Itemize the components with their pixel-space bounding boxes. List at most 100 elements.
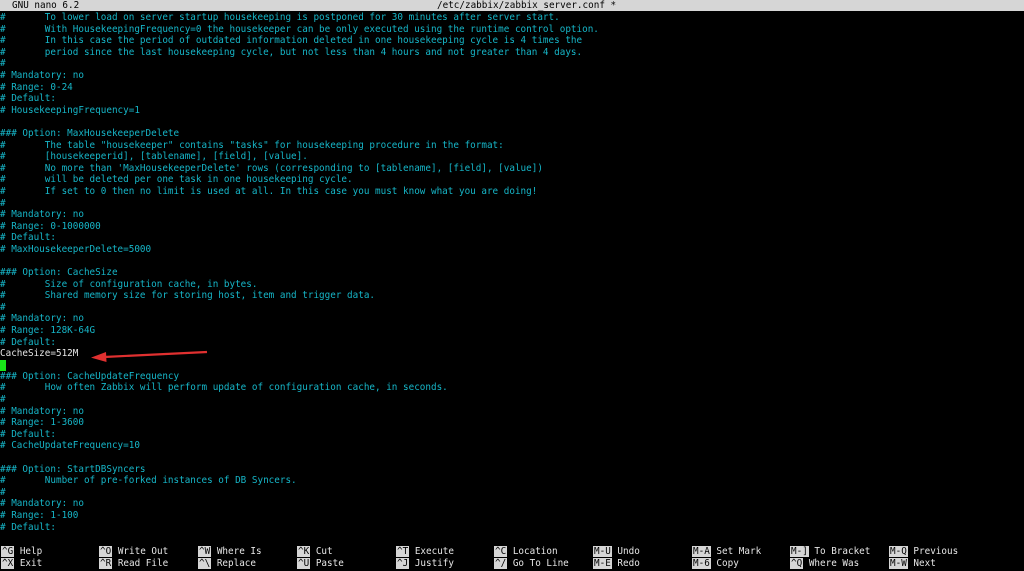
shortcut-label: Set Mark — [716, 546, 762, 557]
editor-line[interactable]: # [housekeeperid], [tablename], [field],… — [0, 151, 1024, 163]
shortcut-replace[interactable]: ^\ Replace — [198, 558, 256, 570]
shortcut-paste[interactable]: ^U Paste — [297, 558, 344, 570]
editor-line[interactable]: # Mandatory: no — [0, 70, 1024, 82]
editor-line[interactable] — [0, 255, 1024, 267]
editor-line[interactable]: # To lower load on server startup housek… — [0, 12, 1024, 24]
editor-line[interactable]: # Default: — [0, 232, 1024, 244]
editor-line[interactable]: # Default: — [0, 522, 1024, 534]
line-text: # — [0, 301, 6, 313]
editor-line[interactable]: # Range: 0-24 — [0, 82, 1024, 94]
editor-line[interactable]: # The table "housekeeper" contains "task… — [0, 140, 1024, 152]
shortcut-copy[interactable]: M-6 Copy — [692, 558, 739, 570]
shortcut-set-mark[interactable]: M-A Set Mark — [692, 546, 761, 558]
line-text: # — [0, 58, 6, 70]
line-text: # — [0, 197, 6, 209]
line-text: # Number of pre-forked instances of DB S… — [0, 475, 297, 487]
editor-line[interactable]: # Default: — [0, 429, 1024, 441]
shortcut-execute[interactable]: ^T Execute — [396, 546, 454, 558]
line-text: # Size of configuration cache, in bytes. — [0, 278, 258, 290]
line-text: # HousekeepingFrequency=1 — [0, 104, 140, 116]
editor-line[interactable]: # Number of pre-forked instances of DB S… — [0, 475, 1024, 487]
editor-line[interactable]: # period since the last housekeeping cyc… — [0, 47, 1024, 59]
line-text: # CacheUpdateFrequency=10 — [0, 440, 140, 452]
editor-line[interactable]: # HousekeepingFrequency=1 — [0, 105, 1024, 117]
shortcut-label: Where Was — [808, 558, 860, 569]
shortcut-key: ^W — [198, 546, 212, 557]
editor-line[interactable]: # CacheUpdateFrequency=10 — [0, 440, 1024, 452]
line-text: # Mandatory: no — [0, 405, 84, 417]
editor-line[interactable]: ### Option: CacheUpdateFrequency — [0, 371, 1024, 383]
editor-line[interactable]: # MaxHousekeeperDelete=5000 — [0, 244, 1024, 256]
line-text: # Default: — [0, 93, 56, 105]
editor-line[interactable]: ### Option: MaxHousekeeperDelete — [0, 128, 1024, 140]
shortcut-help[interactable]: ^G Help — [1, 546, 42, 558]
editor-line[interactable]: # — [0, 302, 1024, 314]
editor-area[interactable]: # To lower load on server startup housek… — [0, 12, 1024, 533]
editor-line[interactable]: # Mandatory: no — [0, 313, 1024, 325]
editor-line[interactable]: # How often Zabbix will perform update o… — [0, 382, 1024, 394]
editor-line[interactable]: # Range: 0-1000000 — [0, 221, 1024, 233]
editor-line[interactable]: # — [0, 487, 1024, 499]
editor-line[interactable]: # No more than 'MaxHousekeeperDelete' ro… — [0, 163, 1024, 175]
editor-line[interactable]: # — [0, 394, 1024, 406]
title-bar: GNU nano 6.2 /etc/zabbix/zabbix_server.c… — [0, 0, 1024, 11]
editor-line[interactable]: # In this case the period of outdated in… — [0, 35, 1024, 47]
shortcut-key: ^X — [1, 558, 15, 569]
cursor-line[interactable] — [0, 359, 6, 371]
shortcut-key: ^C — [494, 546, 508, 557]
shortcut-label: Execute — [414, 546, 454, 557]
shortcut-justify[interactable]: ^J Justify — [396, 558, 454, 570]
shortcut-label: Replace — [216, 558, 256, 569]
shortcut-key: ^R — [99, 558, 113, 569]
shortcut-location[interactable]: ^C Location — [494, 546, 558, 558]
shortcut-undo[interactable]: M-U Undo — [593, 546, 640, 558]
shortcut-exit[interactable]: ^X Exit — [1, 558, 42, 570]
editor-line[interactable]: # Default: — [0, 93, 1024, 105]
shortcut-label: Go To Line — [512, 558, 569, 569]
line-text: # Default: — [0, 336, 56, 348]
shortcut-key: ^/ — [494, 558, 508, 569]
line-text: # Range: 128K-64G — [0, 325, 96, 337]
shortcut-key: M-E — [593, 558, 612, 569]
shortcut-read-file[interactable]: ^R Read File — [99, 558, 168, 570]
shortcut-key: M-] — [790, 546, 809, 557]
line-text: # With HousekeepingFrequency=0 the house… — [0, 23, 599, 35]
editor-line[interactable] — [0, 116, 1024, 128]
line-text: # will be deleted per one task in one ho… — [0, 174, 353, 186]
editor-line[interactable]: # Size of configuration cache, in bytes. — [0, 279, 1024, 291]
shortcut-key: ^G — [1, 546, 15, 557]
line-text: # Mandatory: no — [0, 69, 84, 81]
editor-line[interactable]: # — [0, 58, 1024, 70]
editor-line[interactable]: # Mandatory: no — [0, 498, 1024, 510]
shortcut-label: Justify — [414, 558, 454, 569]
line-text: # period since the last housekeeping cyc… — [0, 46, 583, 58]
editor-line[interactable]: # Range: 1-3600 — [0, 417, 1024, 429]
shortcut-write-out[interactable]: ^O Write Out — [99, 546, 168, 558]
editor-line[interactable]: # With HousekeepingFrequency=0 the house… — [0, 24, 1024, 36]
editor-line[interactable]: # Mandatory: no — [0, 209, 1024, 221]
shortcut-to-bracket[interactable]: M-] To Bracket — [790, 546, 870, 558]
shortcut-next[interactable]: M-W Next — [889, 558, 936, 570]
editor-line[interactable]: # will be deleted per one task in one ho… — [0, 174, 1024, 186]
editor-line[interactable] — [0, 452, 1024, 464]
shortcut-where-was[interactable]: ^Q Where Was — [790, 558, 859, 570]
editor-line[interactable]: # Shared memory size for storing host, i… — [0, 290, 1024, 302]
shortcut-cut[interactable]: ^K Cut — [297, 546, 333, 558]
editor-line[interactable]: CacheSize=512M — [0, 348, 1024, 360]
editor-line[interactable]: # Range: 128K-64G — [0, 325, 1024, 337]
text-cursor — [0, 359, 6, 371]
line-text: ### Option: CacheSize — [0, 267, 118, 279]
editor-line[interactable]: # If set to 0 then no limit is used at a… — [0, 186, 1024, 198]
editor-line[interactable]: ### Option: CacheSize — [0, 267, 1024, 279]
shortcut-go-to-line[interactable]: ^/ Go To Line — [494, 558, 569, 570]
line-text: # — [0, 394, 6, 405]
editor-line[interactable]: # — [0, 198, 1024, 210]
shortcut-redo[interactable]: M-E Redo — [593, 558, 640, 570]
shortcut-where-is[interactable]: ^W Where Is — [198, 546, 262, 558]
editor-line[interactable]: # Default: — [0, 337, 1024, 349]
shortcut-previous[interactable]: M-Q Previous — [889, 546, 958, 558]
editor-line[interactable]: # Range: 1-100 — [0, 510, 1024, 522]
editor-line[interactable]: # Mandatory: no — [0, 406, 1024, 418]
editor-line[interactable]: ### Option: StartDBSyncers — [0, 464, 1024, 476]
shortcut-key: M-A — [692, 546, 711, 557]
